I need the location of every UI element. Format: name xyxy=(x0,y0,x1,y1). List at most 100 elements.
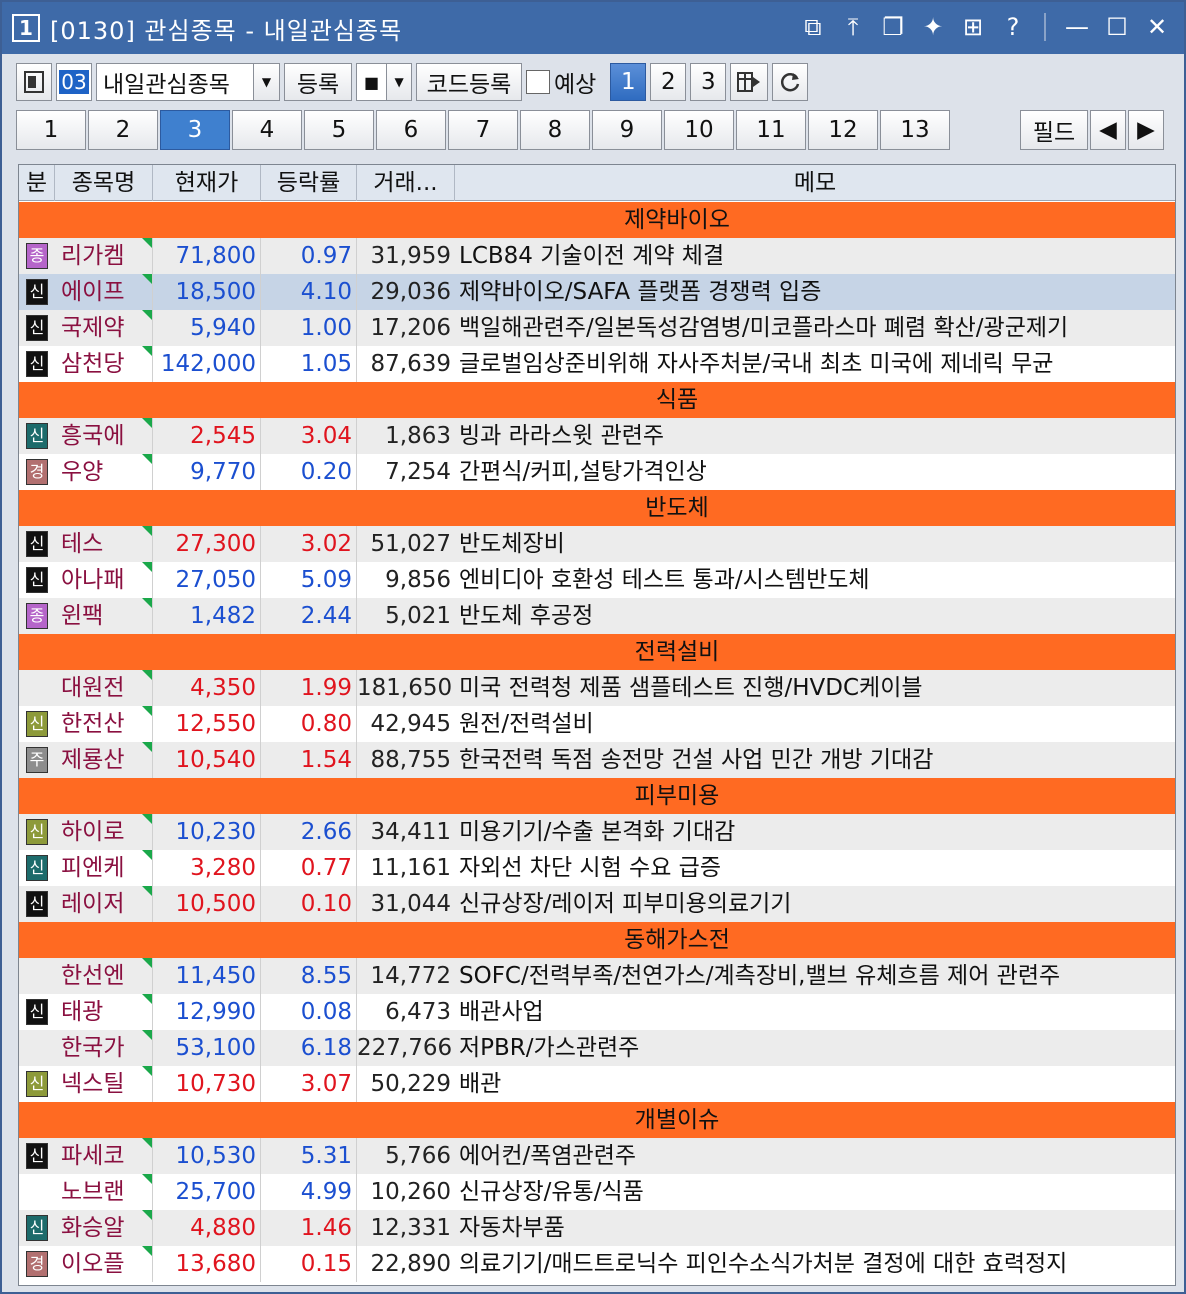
stock-name[interactable]: 삼천당 xyxy=(55,346,153,382)
col-bun[interactable]: 분 xyxy=(19,165,55,201)
group-header-row[interactable]: 동해가스전 xyxy=(19,922,1175,958)
memo[interactable]: 에어컨/폭염관련주 xyxy=(455,1138,1175,1174)
group-select[interactable]: 내일관심종목 ▼ xyxy=(96,63,280,101)
memo[interactable]: 신규상장/유통/식품 xyxy=(455,1174,1175,1210)
table-row[interactable]: 한선엔 11,450 8.55 14,772 SOFC/전력부족/천연가스/계측장비,밸… xyxy=(19,958,1175,994)
memo[interactable]: 백일해관련주/일본독성감염병/미코플라스마 폐렴 확산/광군제기 xyxy=(455,310,1175,346)
stock-name[interactable]: 아나패 xyxy=(55,562,153,598)
table-row[interactable]: 신 태광 12,990 0.08 6,473 배관사업 xyxy=(19,994,1175,1030)
stock-name[interactable]: 파세코 xyxy=(55,1138,153,1174)
tab-13[interactable]: 13 xyxy=(880,110,950,150)
memo[interactable]: 신규상장/레이저 피부미용의료기기 xyxy=(455,886,1175,922)
chevron-down-icon[interactable]: ▼ xyxy=(253,64,279,100)
tab-10[interactable]: 10 xyxy=(664,110,734,150)
stock-name[interactable]: 레이저 xyxy=(55,886,153,922)
stock-name[interactable]: 리가켐 xyxy=(55,238,153,274)
title-bar[interactable]: 1 [0130] 관심종목 - 내일관심종목 ⧉ ⤒ ❐ ✦ ⊞ ? — ☐ ✕ xyxy=(2,2,1184,54)
page-button-2[interactable]: 2 xyxy=(650,63,687,101)
table-row[interactable]: 신 흥국에 2,545 3.04 1,863 빙과 라라스윗 관련주 xyxy=(19,418,1175,454)
memo[interactable]: 한국전력 독점 송전망 건설 사업 민간 개방 기대감 xyxy=(455,742,1175,778)
group-header-row[interactable]: 피부미용 xyxy=(19,778,1175,814)
stock-name[interactable]: 우양 xyxy=(55,454,153,490)
forecast-checkbox[interactable]: 예상 xyxy=(526,65,596,99)
memo[interactable]: 의료기기/매드트로닉수 피인수소식가처분 결정에 대한 효력정지 xyxy=(455,1246,1175,1282)
group-header-row[interactable]: 식품 xyxy=(19,382,1175,418)
stock-name[interactable]: 에이프 xyxy=(55,274,153,310)
memo[interactable]: 배관사업 xyxy=(455,994,1175,1030)
stock-name[interactable]: 한국가 xyxy=(55,1030,153,1066)
stock-name[interactable]: 화승알 xyxy=(55,1210,153,1246)
memo[interactable]: 배관 xyxy=(455,1066,1175,1102)
memo[interactable]: 원전/전력설비 xyxy=(455,706,1175,742)
group-header-row[interactable]: 전력설비 xyxy=(19,634,1175,670)
tab-12[interactable]: 12 xyxy=(808,110,878,150)
code-register-button[interactable]: 코드등록 xyxy=(416,63,522,101)
table-row[interactable]: 대원전 4,350 1.99 181,650 미국 전력청 제품 샘플테스트 진행/HV… xyxy=(19,670,1175,706)
stock-name[interactable]: 국제약 xyxy=(55,310,153,346)
table-row[interactable]: 종 윈팩 1,482 2.44 5,021 반도체 후공정 xyxy=(19,598,1175,634)
table-row[interactable]: 신 한전산 12,550 0.80 42,945 원전/전력설비 xyxy=(19,706,1175,742)
layout-icon[interactable] xyxy=(16,63,52,101)
page-button-1[interactable]: 1 xyxy=(610,63,647,101)
stock-name[interactable]: 이오플 xyxy=(55,1246,153,1282)
col-memo[interactable]: 메모 xyxy=(455,165,1175,201)
memo[interactable]: 저PBR/가스관련주 xyxy=(455,1030,1175,1066)
tab-6[interactable]: 6 xyxy=(376,110,446,150)
memo[interactable]: 엔비디아 호환성 테스트 통과/시스템반도체 xyxy=(455,562,1175,598)
close-icon[interactable]: ✕ xyxy=(1142,10,1172,44)
memo[interactable]: 빙과 라라스윗 관련주 xyxy=(455,418,1175,454)
table-row[interactable]: 종 리가켐 71,800 0.97 31,959 LCB84 기술이전 계약 체결 xyxy=(19,238,1175,274)
stock-name[interactable]: 테스 xyxy=(55,526,153,562)
field-button[interactable]: 필드 xyxy=(1020,110,1088,150)
table-row[interactable]: 신 하이로 10,230 2.66 34,411 미용기기/수출 본격화 기대감 xyxy=(19,814,1175,850)
grid-icon[interactable]: ⊞ xyxy=(958,10,988,44)
table-row[interactable]: 신 피엔케 3,280 0.77 11,161 자외선 차단 시험 수요 급증 xyxy=(19,850,1175,886)
table-row[interactable]: 신 에이프 18,500 4.10 29,036 제약바이오/SAFA 플랫폼 경쟁력 입… xyxy=(19,274,1175,310)
stock-name[interactable]: 제룡산 xyxy=(55,742,153,778)
tab-9[interactable]: 9 xyxy=(592,110,662,150)
memo[interactable]: 자외선 차단 시험 수요 급증 xyxy=(455,850,1175,886)
tab-7[interactable]: 7 xyxy=(448,110,518,150)
col-name[interactable]: 종목명 xyxy=(55,165,153,201)
prev-icon[interactable]: ◀ xyxy=(1090,110,1126,150)
memo[interactable]: 미국 전력청 제품 샘플테스트 진행/HVDC케이블 xyxy=(455,670,1175,706)
tab-2[interactable]: 2 xyxy=(88,110,158,150)
memo[interactable]: 반도체장비 xyxy=(455,526,1175,562)
tab-3[interactable]: 3 xyxy=(160,110,230,150)
refresh-icon[interactable] xyxy=(772,63,809,101)
table-row[interactable]: 경 우양 9,770 0.20 7,254 간편식/커피,설탕가격인상 xyxy=(19,454,1175,490)
memo[interactable]: SOFC/전력부족/천연가스/계측장비,밸브 유체흐름 제어 관련주 xyxy=(455,958,1175,994)
table-row[interactable]: 신 넥스틸 10,730 3.07 50,229 배관 xyxy=(19,1066,1175,1102)
stock-name[interactable]: 하이로 xyxy=(55,814,153,850)
checkbox-box[interactable] xyxy=(526,70,550,94)
register-button[interactable]: 등록 xyxy=(284,63,352,101)
chevron-down-icon[interactable]: ▼ xyxy=(386,64,411,100)
table-row[interactable]: 신 파세코 10,530 5.31 5,766 에어컨/폭염관련주 xyxy=(19,1138,1175,1174)
memo[interactable]: 자동차부품 xyxy=(455,1210,1175,1246)
stock-name[interactable]: 한선엔 xyxy=(55,958,153,994)
memo[interactable]: 간편식/커피,설탕가격인상 xyxy=(455,454,1175,490)
stock-name[interactable]: 흥국에 xyxy=(55,418,153,454)
memo[interactable]: 글로벌임상준비위해 자사주처분/국내 최초 미국에 제네릭 무균 xyxy=(455,346,1175,382)
table-row[interactable]: 주 제룡산 10,540 1.54 88,755 한국전력 독점 송전망 건설 사업 민간… xyxy=(19,742,1175,778)
tab-4[interactable]: 4 xyxy=(232,110,302,150)
square-select[interactable]: ■ ▼ xyxy=(356,63,412,101)
page-button-3[interactable]: 3 xyxy=(690,63,727,101)
tab-8[interactable]: 8 xyxy=(520,110,590,150)
link-icon[interactable]: ⧉ xyxy=(798,10,828,44)
group-header-row[interactable]: 제약바이오 xyxy=(19,202,1175,238)
tab-5[interactable]: 5 xyxy=(304,110,374,150)
help-icon[interactable]: ? xyxy=(998,10,1028,44)
group-header-row[interactable]: 개별이슈 xyxy=(19,1102,1175,1138)
table-row[interactable]: 노브랜 25,700 4.99 10,260 신규상장/유통/식품 xyxy=(19,1174,1175,1210)
group-header-row[interactable]: 반도체 xyxy=(19,490,1175,526)
table-row[interactable]: 신 국제약 5,940 1.00 17,206 백일해관련주/일본독성감염병/미코플라스마… xyxy=(19,310,1175,346)
table-row[interactable]: 한국가 53,100 6.18 227,766 저PBR/가스관련주 xyxy=(19,1030,1175,1066)
memo[interactable]: LCB84 기술이전 계약 체결 xyxy=(455,238,1175,274)
memo[interactable]: 제약바이오/SAFA 플랫폼 경쟁력 입증 xyxy=(455,274,1175,310)
copy-window-icon[interactable]: ❐ xyxy=(878,10,908,44)
table-row[interactable]: 신 아나패 27,050 5.09 9,856 엔비디아 호환성 테스트 통과/시스템반도… xyxy=(19,562,1175,598)
stock-name[interactable]: 윈팩 xyxy=(55,598,153,634)
col-price[interactable]: 현재가 xyxy=(153,165,261,201)
top-icon[interactable]: ⤒ xyxy=(838,10,868,44)
